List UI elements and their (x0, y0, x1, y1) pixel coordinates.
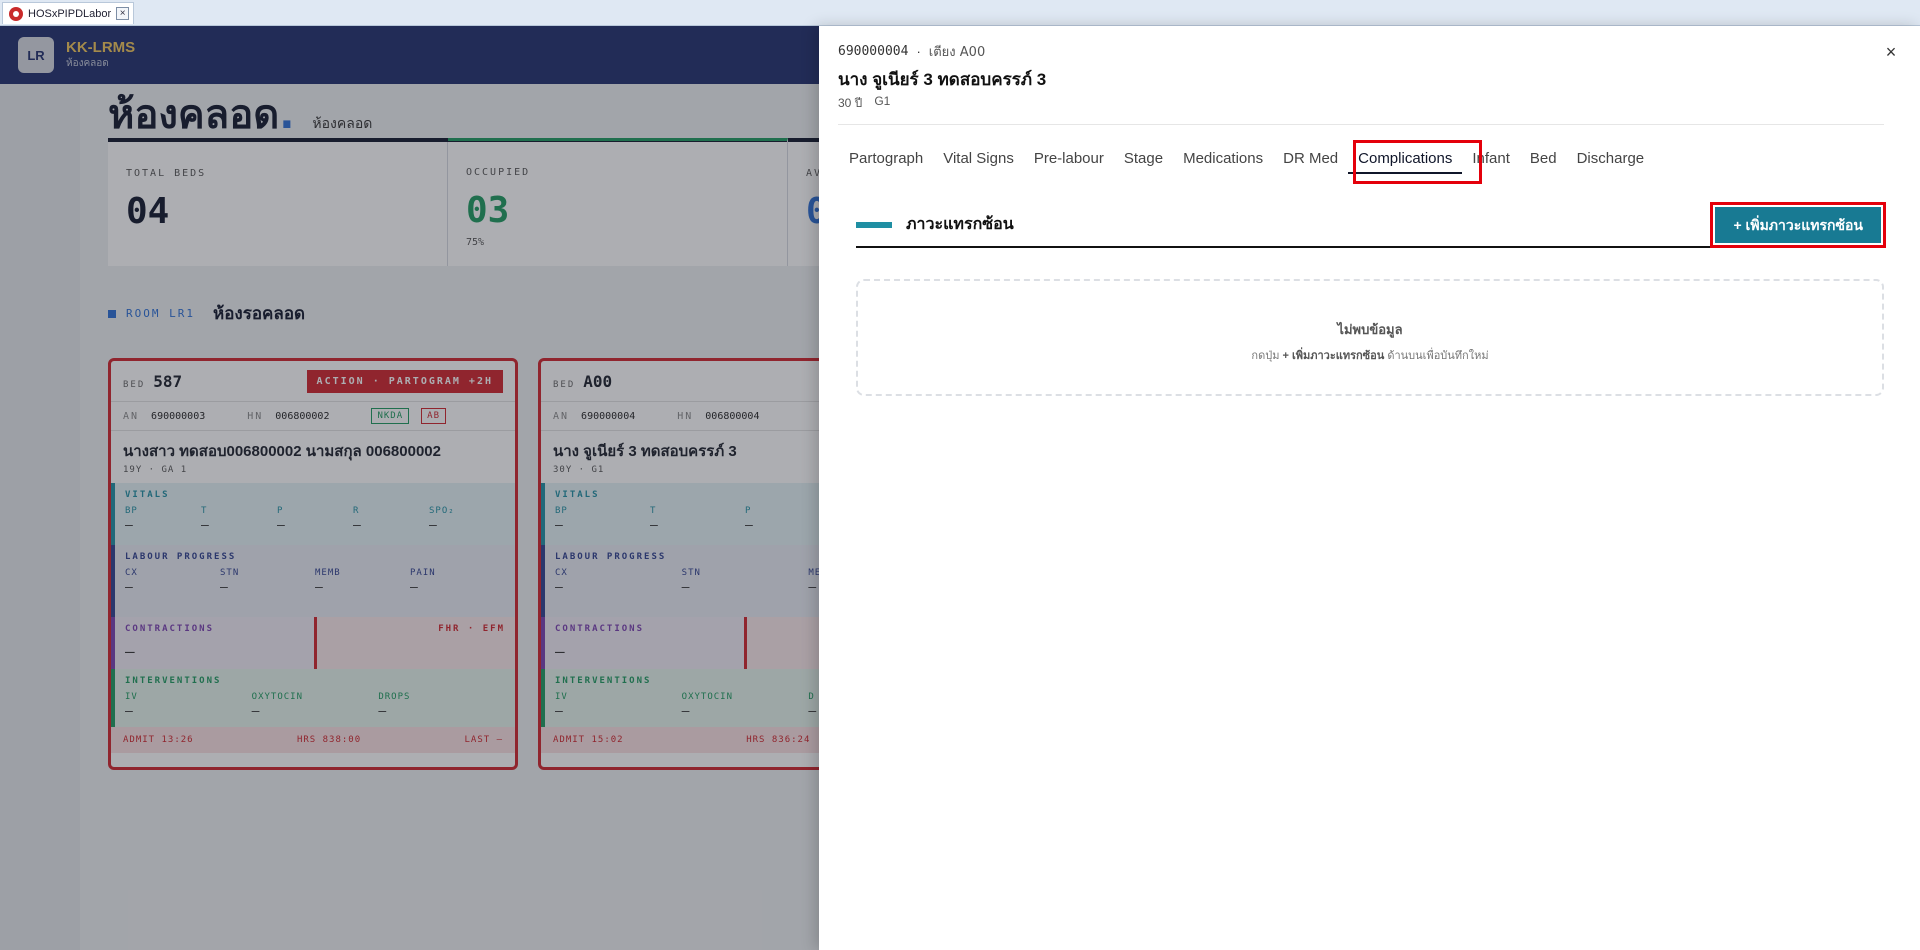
tab-bed[interactable]: Bed (1520, 148, 1567, 174)
app-logo-icon (9, 6, 23, 21)
drawer-divider (838, 124, 1884, 125)
window-tab[interactable]: HOSxPIPDLabor × (2, 2, 135, 24)
empty-state-hint: กดปุ่ม + เพิ่มภาวะแทรกซ้อน ด้านบนเพื่อบั… (1251, 350, 1489, 362)
window-tab-close-icon[interactable]: × (116, 7, 130, 20)
drawer-an: 690000004 (838, 44, 909, 59)
tab-medications[interactable]: Medications (1173, 148, 1273, 174)
drawer-patient-meta: 30 ปี G1 (838, 94, 890, 113)
tab-dr-med[interactable]: DR Med (1273, 148, 1348, 174)
active-tab-highlight (1353, 140, 1482, 184)
tab-partograph[interactable]: Partograph (839, 148, 933, 174)
drawer-gravida: G1 (874, 94, 891, 108)
window-tab-strip: HOSxPIPDLabor × (0, 0, 1920, 26)
window-tab-title: HOSxPIPDLabor (28, 7, 112, 20)
drawer-patient-name: นาง จูเนียร์ 3 ทดสอบครรภ์ 3 (838, 70, 1047, 89)
tab-vital-signs[interactable]: Vital Signs (933, 148, 1024, 174)
drawer-id-line: 690000004 · เตียง A00 (838, 41, 985, 62)
drawer-bed: เตียง A00 (928, 45, 986, 60)
section-title-text: ภาวะแทรกซ้อน (906, 216, 1014, 233)
complications-section-header: ภาวะแทรกซ้อน + เพิ่มภาวะแทรกซ้อน (856, 201, 1886, 248)
tab-stage[interactable]: Stage (1114, 148, 1173, 174)
tab-pre-labour[interactable]: Pre-labour (1024, 148, 1114, 174)
drawer-tabs: Partograph Vital Signs Pre-labour Stage Medi… (839, 148, 1654, 174)
empty-state-title: ไม่พบข้อมูล (1337, 322, 1403, 337)
tab-discharge[interactable]: Discharge (1567, 148, 1655, 174)
drawer-separator: · (916, 44, 921, 59)
empty-state: ไม่พบข้อมูล กดปุ่ม + เพิ่มภาวะแทรกซ้อน ด… (856, 279, 1884, 396)
section-accent-bar (856, 221, 892, 228)
add-complication-button[interactable]: + เพิ่มภาวะแทรกซ้อน (1710, 201, 1886, 248)
close-icon[interactable]: × (1881, 42, 1901, 62)
patient-drawer: 690000004 · เตียง A00 นาง จูเนียร์ 3 ทดส… (819, 26, 1920, 950)
drawer-age: 30 ปี (838, 96, 863, 110)
section-title: ภาวะแทรกซ้อน (856, 212, 1014, 237)
